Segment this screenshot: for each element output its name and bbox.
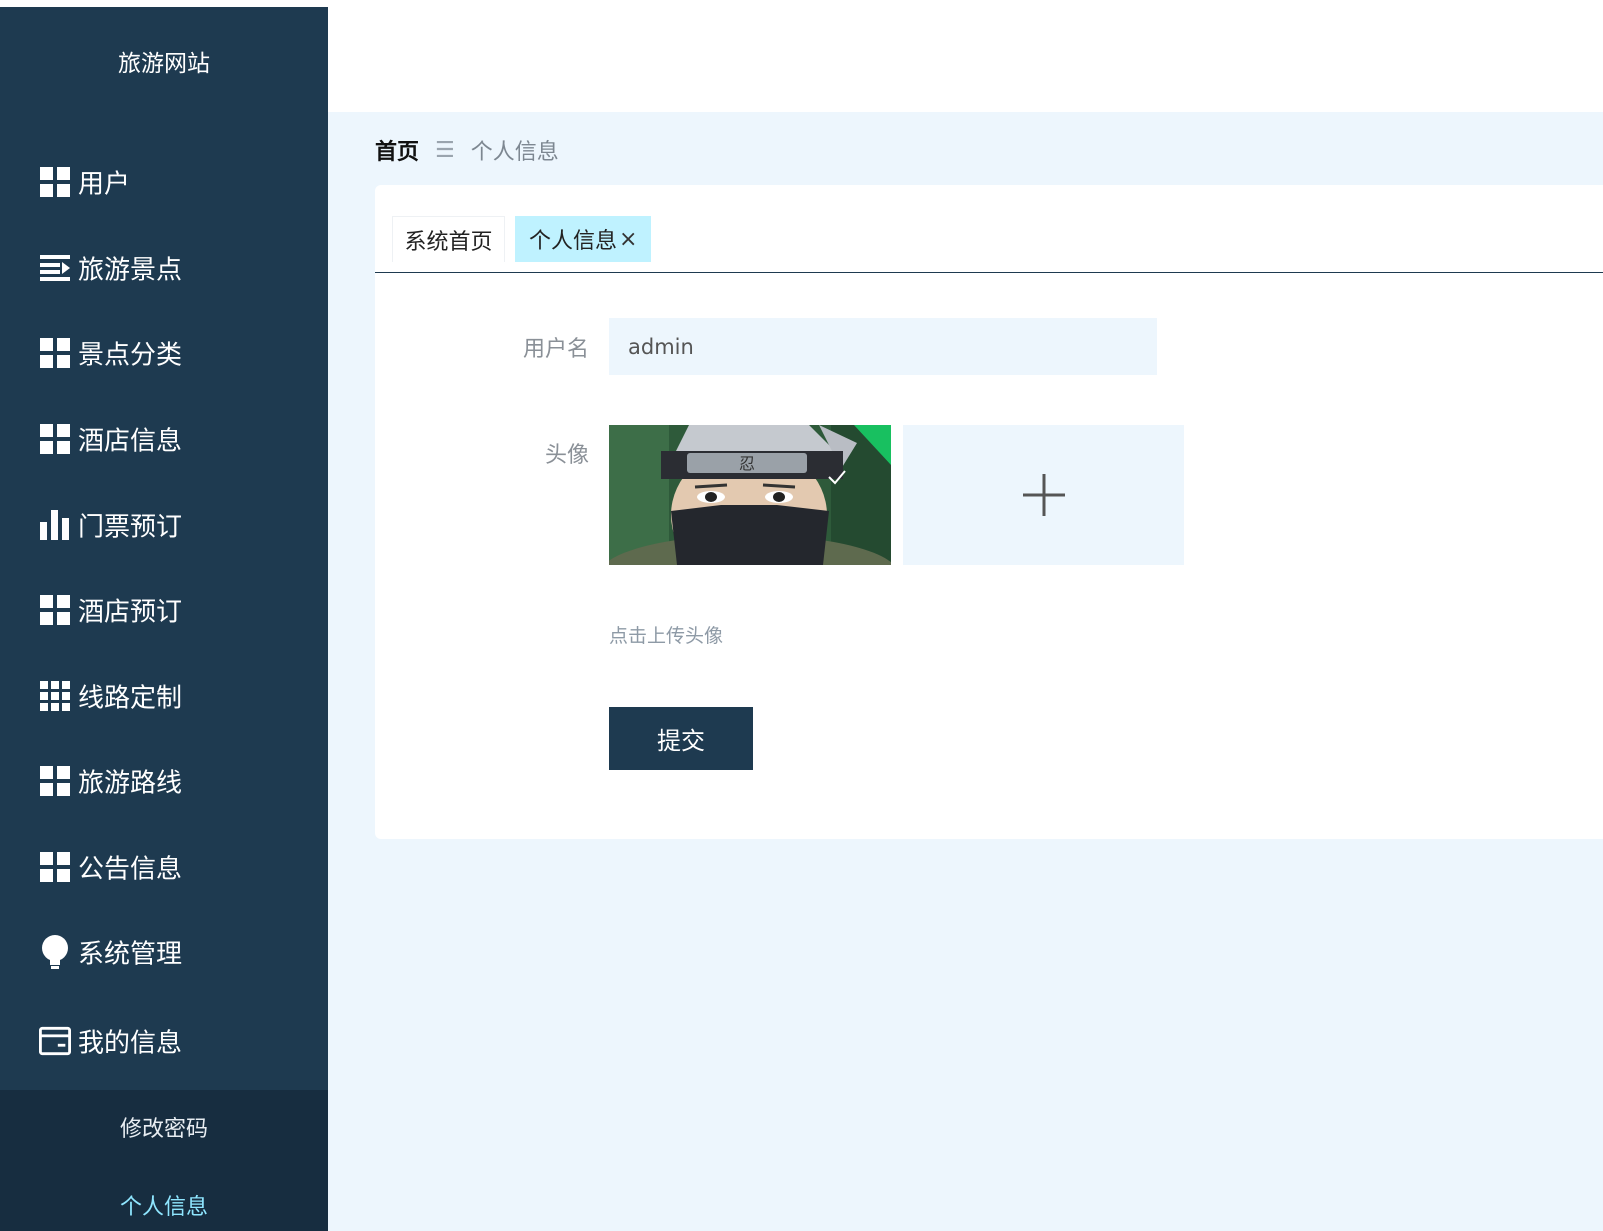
submenu-item-profile[interactable]: 个人信息 xyxy=(0,1180,328,1230)
top-header xyxy=(328,0,1603,112)
breadcrumb-home[interactable]: 首页 xyxy=(375,134,419,166)
sidebar-item-label: 门票预订 xyxy=(78,512,183,543)
sidebar-item-hotels[interactable]: 酒店信息 xyxy=(0,409,328,469)
tab-bar: 系统首页 个人信息 × xyxy=(375,185,1603,273)
grid-icon xyxy=(39,594,71,626)
sidebar-item-attractions[interactable]: 旅游景点 xyxy=(0,238,328,298)
grid-icon xyxy=(39,765,71,797)
grid-3x3-icon xyxy=(39,680,71,712)
main-content: 首页 ☰ 个人信息 系统首页 个人信息 × 用户名 头像 xyxy=(328,112,1603,1231)
bar-chart-icon xyxy=(39,509,71,541)
sidebar-item-notices[interactable]: 公告信息 xyxy=(0,837,328,897)
sidebar-item-users[interactable]: 用户 xyxy=(0,152,328,212)
upload-hint: 点击上传头像 xyxy=(609,625,724,647)
avatar-image[interactable]: 忍 xyxy=(609,425,891,565)
tab-profile[interactable]: 个人信息 × xyxy=(515,216,651,262)
menu-icon: ☰ xyxy=(435,137,455,163)
sidebar-item-custom-routes[interactable]: 线路定制 xyxy=(0,666,328,726)
grid-icon xyxy=(39,166,71,198)
sidebar-item-label: 旅游路线 xyxy=(78,768,183,799)
sidebar-item-label: 酒店预订 xyxy=(78,597,183,628)
submit-button[interactable]: 提交 xyxy=(609,707,753,770)
tab-home[interactable]: 系统首页 xyxy=(392,216,505,262)
list-icon xyxy=(39,252,71,284)
grid-icon xyxy=(39,851,71,883)
tab-label: 系统首页 xyxy=(404,229,493,255)
breadcrumb-current: 个人信息 xyxy=(470,140,559,165)
tab-label: 个人信息 xyxy=(529,229,618,254)
grid-icon xyxy=(39,337,71,369)
username-label: 用户名 xyxy=(522,337,589,362)
bulb-icon xyxy=(39,935,71,969)
sidebar-item-system[interactable]: 系统管理 xyxy=(0,922,328,982)
content-card: 系统首页 个人信息 × 用户名 头像 忍 xyxy=(375,185,1603,839)
sidebar: 旅游网站 用户 旅游景点 景点分类 酒店信息 门票预订 酒店预订 线路定制 旅游… xyxy=(0,7,328,1231)
sidebar-item-label: 我的信息 xyxy=(78,1028,183,1059)
breadcrumb: 首页 ☰ 个人信息 xyxy=(375,132,559,168)
upload-button[interactable] xyxy=(903,425,1184,565)
sidebar-item-hotel-booking[interactable]: 酒店预订 xyxy=(0,580,328,640)
sidebar-item-label: 线路定制 xyxy=(78,683,183,714)
sidebar-item-my-info[interactable]: 我的信息 xyxy=(0,1011,328,1071)
sidebar-item-label: 酒店信息 xyxy=(78,426,183,457)
username-input[interactable] xyxy=(609,318,1157,375)
avatar-label: 头像 xyxy=(544,443,589,468)
sidebar-item-categories[interactable]: 景点分类 xyxy=(0,323,328,383)
sidebar-item-label: 旅游景点 xyxy=(78,255,183,286)
wallet-icon xyxy=(39,1025,71,1057)
grid-icon xyxy=(39,423,71,455)
close-icon[interactable]: × xyxy=(619,227,637,252)
sidebar-item-label: 系统管理 xyxy=(78,939,183,970)
svg-text:忍: 忍 xyxy=(739,454,755,473)
submenu-item-change-password[interactable]: 修改密码 xyxy=(0,1102,328,1152)
sidebar-item-label: 公告信息 xyxy=(78,854,183,885)
submenu: 修改密码 个人信息 xyxy=(0,1090,328,1231)
brand-title: 旅游网站 xyxy=(118,51,210,77)
sidebar-item-label: 用户 xyxy=(78,169,131,200)
sidebar-item-label: 景点分类 xyxy=(78,340,183,371)
sidebar-item-tickets[interactable]: 门票预订 xyxy=(0,495,328,555)
plus-icon xyxy=(1023,474,1065,516)
sidebar-item-routes[interactable]: 旅游路线 xyxy=(0,751,328,811)
